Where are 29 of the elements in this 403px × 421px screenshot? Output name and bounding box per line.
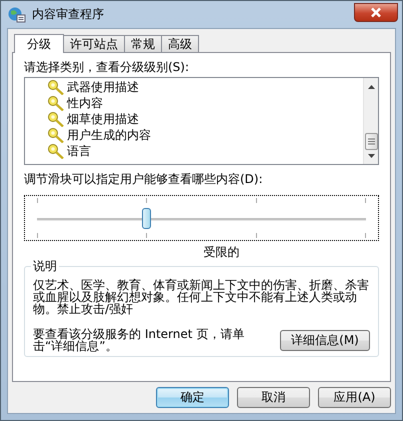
close-button[interactable] (354, 3, 398, 22)
category-item[interactable]: 用户生成的内容 (47, 127, 151, 143)
group-title: 说明 (31, 259, 59, 273)
details-hint-text: 要查看该分级服务的 Internet 页，请单击“详细信息”。 (33, 328, 246, 352)
scroll-down-icon[interactable] (368, 154, 374, 158)
rating-level-text: 受限的 (204, 244, 240, 260)
tab[interactable]: 常规 (124, 35, 162, 52)
dialog-button[interactable]: 应用(A) (318, 387, 391, 408)
category-item[interactable]: 武器使用描述 (47, 79, 139, 95)
tab[interactable]: 分级 (14, 34, 64, 53)
description-text: 仅艺术、医学、教育、体育或新闻上下文中的伤害、折磨、杀害或血腥以及肢解幻想对象。任何上下文中不能有上述人类或动物。禁止攻击/强奸 (33, 279, 370, 315)
slider-label: 调节滑块可以指定用户能够查看哪些内容(D): (24, 171, 264, 187)
category-item[interactable]: 烟草使用描述 (47, 111, 139, 127)
dialog-button[interactable]: 确定 (156, 387, 229, 408)
slider-thumb[interactable] (142, 208, 151, 228)
category-item[interactable]: 性内容 (47, 95, 103, 111)
category-list[interactable]: 武器使用描述 性内容 烟草使用描述 用户生成的内容 语言 (24, 77, 379, 165)
globe-icon (8, 6, 26, 22)
category-label: 请选择类别，查看分级级别(S): (24, 59, 190, 75)
dialog-button[interactable]: 取消 (237, 387, 310, 408)
close-icon[interactable] (370, 7, 382, 18)
tab[interactable]: 高级 (161, 35, 199, 52)
details-button[interactable]: 详细信息(M) (280, 330, 370, 350)
scrollbar[interactable] (363, 78, 378, 164)
scroll-thumb[interactable] (364, 133, 378, 150)
category-item[interactable]: 语言 (47, 143, 91, 159)
window-title: 内容审查程序 (32, 6, 105, 23)
tab[interactable]: 许可站点 (63, 35, 125, 52)
scroll-up-icon[interactable] (368, 85, 374, 89)
